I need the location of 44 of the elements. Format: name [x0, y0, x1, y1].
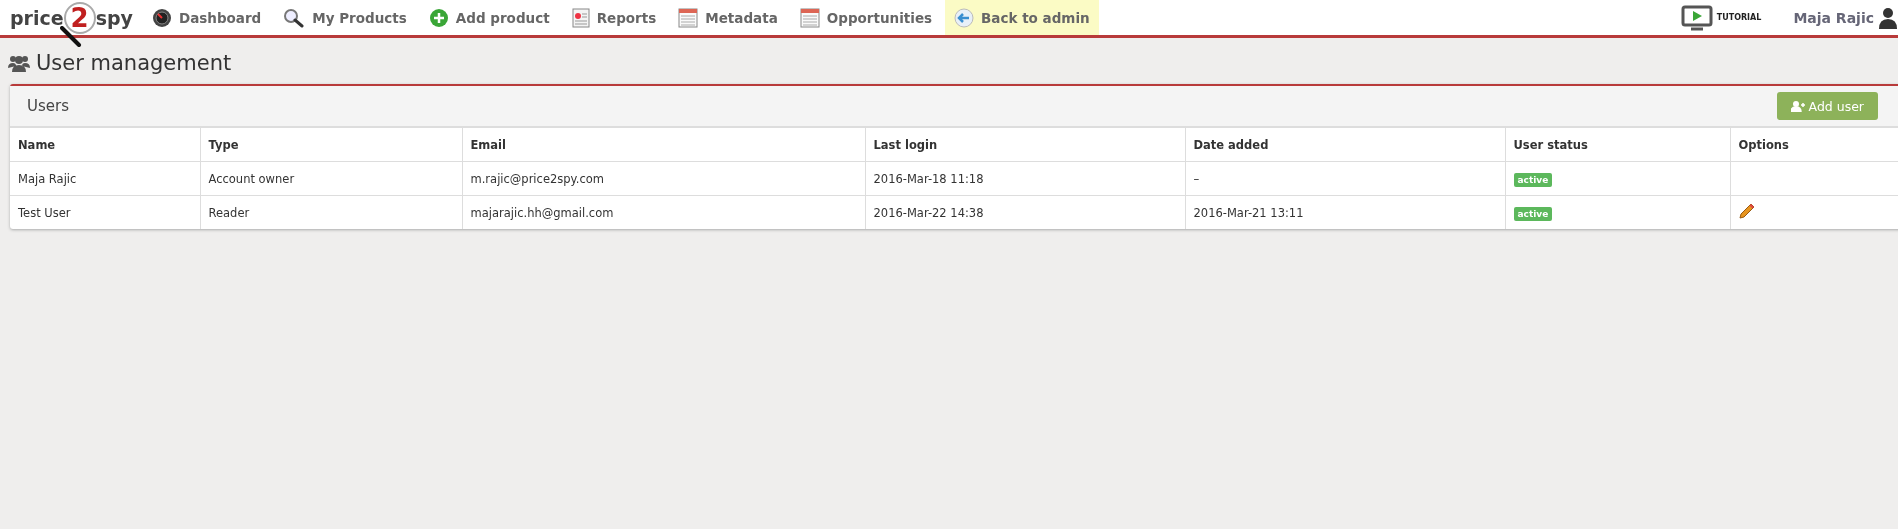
logo-mark: 2	[63, 1, 96, 34]
tutorial-link[interactable]: TUTORIAL	[1716, 13, 1762, 22]
gauge-icon	[151, 7, 172, 28]
table-cell: –	[1193, 171, 1200, 186]
table-cell: Test User	[18, 205, 71, 220]
plus-icon	[428, 7, 449, 28]
table-cell: 2016-Mar-18 11:18	[873, 171, 984, 186]
table-cell: Account owner	[208, 171, 295, 186]
nav-link[interactable]: Metadata	[669, 0, 787, 35]
column-header: Date added	[1193, 137, 1269, 152]
nav-link[interactable]: Add product	[419, 0, 559, 35]
nav-link[interactable]: Opportunities	[790, 0, 942, 35]
spreadsheet-icon	[678, 7, 699, 28]
logo-text: price	[10, 6, 64, 29]
table-cell: majarajic.hh@gmail.com	[470, 205, 614, 220]
logo-text: spy	[95, 6, 133, 29]
report-icon	[571, 7, 590, 28]
column-header: Last login	[873, 137, 938, 152]
nav-link[interactable]: My Products	[274, 0, 416, 35]
column-header: Name	[18, 137, 56, 152]
column-header: Email	[470, 137, 506, 152]
table-cell: 2016-Mar-22 14:38	[873, 205, 984, 220]
status-badge: active	[1513, 172, 1553, 187]
user-name-link[interactable]: Maja Rajic	[1793, 9, 1874, 26]
video-screen-icon[interactable]	[1680, 4, 1713, 31]
column-header: User status	[1513, 137, 1588, 152]
column-header: Type	[208, 137, 239, 152]
table-cell: m.rajic@price2spy.com	[470, 171, 604, 186]
status-badge: active	[1513, 206, 1553, 221]
table-cell: Maja Rajic	[18, 171, 77, 186]
search-icon	[283, 7, 306, 28]
add-user-icon	[1790, 100, 1805, 112]
column-header: Options	[1738, 137, 1789, 152]
spreadsheet-icon	[799, 7, 820, 28]
page-title: User management	[36, 51, 232, 75]
panel-title: Users	[27, 97, 70, 115]
table-cell: Reader	[208, 205, 250, 220]
nav-link[interactable]: Back to admin	[945, 0, 1099, 35]
nav-link[interactable]: Dashboard	[142, 0, 271, 35]
edit-pencil-icon[interactable]	[1738, 203, 1755, 219]
nav-link[interactable]: Reports	[562, 0, 666, 35]
users-icon	[8, 54, 30, 72]
user-icon	[1878, 6, 1898, 29]
table-cell: 2016-Mar-21 13:11	[1193, 205, 1304, 220]
